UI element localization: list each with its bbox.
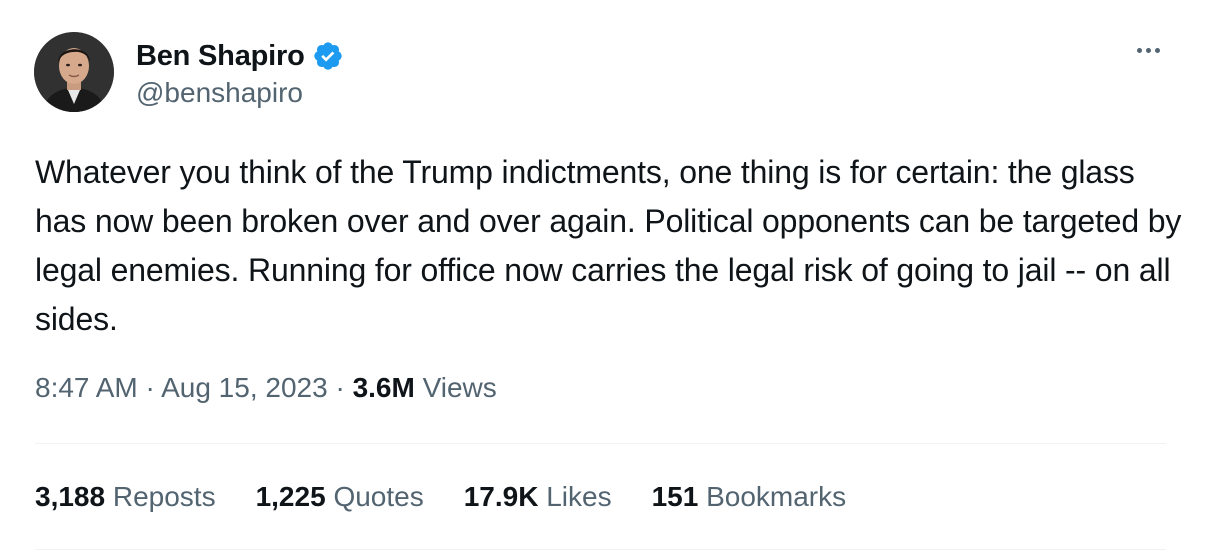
tweet-time[interactable]: 8:47 AM	[35, 372, 138, 403]
views-count: 3.6M	[352, 372, 415, 403]
likes-stat[interactable]: 17.9K Likes	[464, 481, 612, 513]
verified-badge-icon[interactable]	[312, 40, 344, 72]
tweet-header: Ben Shapiro @benshapiro	[34, 32, 344, 112]
likes-count: 17.9K	[463, 481, 539, 512]
quotes-stat[interactable]: 1,225 Quotes	[256, 481, 424, 513]
reposts-stat[interactable]: 3,188 Reposts	[35, 481, 216, 513]
separator: ·	[145, 372, 155, 403]
avatar-image	[34, 32, 114, 112]
tweet-metadata: 8:47 AM · Aug 15, 2023 · 3.6M Views	[35, 372, 497, 404]
reposts-count: 3,188	[35, 481, 106, 512]
author-handle[interactable]: @benshapiro	[136, 77, 344, 109]
name-row: Ben Shapiro	[136, 37, 344, 75]
likes-label: Likes	[546, 481, 612, 512]
quotes-count: 1,225	[255, 481, 326, 512]
more-dot	[1154, 47, 1160, 53]
engagement-stats: 3,188 Reposts 1,225 Quotes 17.9K Likes 1…	[35, 481, 886, 513]
bookmarks-count: 151	[651, 481, 699, 512]
tweet-card: Ben Shapiro @benshapiro Whatever you thi…	[0, 0, 1216, 556]
more-options-icon[interactable]	[1128, 38, 1168, 62]
author-display-name[interactable]: Ben Shapiro	[136, 40, 305, 73]
tweet-text: Whatever you think of the Trump indictme…	[35, 154, 1182, 337]
quotes-label: Quotes	[333, 481, 424, 512]
more-dot	[1136, 47, 1142, 53]
more-dot	[1145, 47, 1151, 53]
views-label: Views	[422, 372, 497, 403]
avatar[interactable]	[34, 32, 114, 112]
bookmarks-stat[interactable]: 151 Bookmarks	[652, 481, 847, 513]
separator: ·	[335, 372, 345, 403]
bookmarks-label: Bookmarks	[706, 481, 847, 512]
author-names: Ben Shapiro @benshapiro	[136, 37, 344, 109]
divider	[35, 549, 1166, 550]
divider	[35, 443, 1166, 444]
reposts-label: Reposts	[112, 481, 216, 512]
tweet-date[interactable]: Aug 15, 2023	[161, 372, 328, 403]
